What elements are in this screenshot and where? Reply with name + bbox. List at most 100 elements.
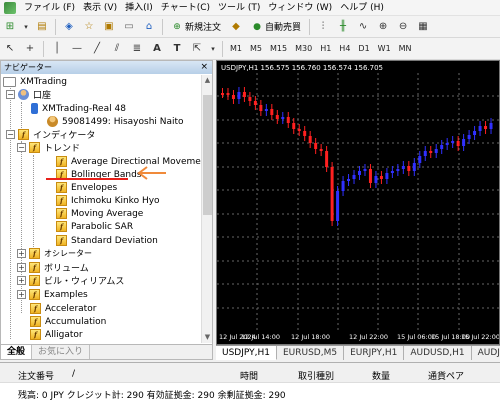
- expand-icon[interactable]: +: [17, 249, 26, 258]
- chart-window[interactable]: USDJPY,H1 156.575 156.760 156.574 156.70…: [216, 60, 500, 345]
- data-window-icon[interactable]: ☆: [81, 19, 97, 35]
- tree-item-indicator[interactable]: f Envelopes: [56, 181, 117, 194]
- scroll-down-icon[interactable]: ▼: [202, 332, 213, 343]
- tree-item-indicator[interactable]: f Alligator: [30, 328, 83, 341]
- chart-tab-audusd[interactable]: AUDUSD,H1: [404, 346, 472, 360]
- trendline-icon[interactable]: ╱: [89, 41, 105, 57]
- new-order-button[interactable]: ⊕ 新規注文: [168, 18, 224, 35]
- tree-line: [33, 155, 34, 247]
- col-symbol[interactable]: 通貨ペア: [428, 369, 464, 382]
- arrows-icon[interactable]: ⇱: [189, 41, 205, 57]
- tree-item-account[interactable]: 59081499: Hisayoshi Naito: [47, 115, 184, 128]
- chart-tab-audjpy[interactable]: AUDJ: [472, 346, 500, 360]
- col-time[interactable]: 時間: [240, 369, 258, 382]
- vertical-line-icon[interactable]: │: [49, 41, 65, 57]
- zoom-in-icon[interactable]: ⊕: [375, 19, 391, 35]
- timeframe-mn[interactable]: MN: [396, 43, 415, 54]
- tree-item-label: Envelopes: [71, 182, 118, 193]
- timeframe-h4[interactable]: H4: [336, 43, 353, 54]
- chart-tab-eurusd[interactable]: EURUSD,M5: [277, 346, 345, 360]
- menu-window[interactable]: ウィンドウ (W): [264, 0, 336, 16]
- tree-item-indicators[interactable]: − f インディケータ: [6, 128, 95, 141]
- menu-tools[interactable]: ツール (T): [214, 0, 264, 16]
- collapse-icon[interactable]: −: [6, 130, 15, 139]
- col-type[interactable]: 取引種別: [298, 369, 334, 382]
- chart-tab-usdjpy[interactable]: USDJPY,H1: [216, 346, 277, 360]
- dropdown-icon[interactable]: ▾: [22, 19, 30, 35]
- terminal-icon[interactable]: ▭: [121, 19, 137, 35]
- timeframe-w1[interactable]: W1: [375, 43, 394, 54]
- candle: [330, 167, 334, 221]
- dropdown-icon[interactable]: ▾: [209, 41, 217, 57]
- candle: [358, 171, 361, 175]
- server-icon: [31, 103, 38, 114]
- market-watch-icon[interactable]: ◈: [61, 19, 77, 35]
- fibonacci-icon[interactable]: ≣: [129, 41, 145, 57]
- price-chart[interactable]: USDJPY,H1 156.575 156.760 156.574 156.70…: [217, 61, 499, 344]
- separator: [162, 18, 163, 35]
- navigator-icon[interactable]: ▣: [101, 19, 117, 35]
- timeframe-h1[interactable]: H1: [317, 43, 334, 54]
- tree-item-volumes[interactable]: + f ボリューム: [17, 261, 89, 274]
- timeframe-d1[interactable]: D1: [355, 43, 372, 54]
- menu-chart[interactable]: チャート(C): [157, 0, 214, 16]
- channel-icon[interactable]: ⫽: [109, 41, 125, 57]
- menu-help[interactable]: ヘルプ (H): [336, 0, 388, 16]
- menu-file[interactable]: ファイル (F): [20, 0, 79, 16]
- tree-item-indicator[interactable]: f Standard Deviation: [56, 234, 158, 247]
- tree-item-trend[interactable]: − f トレンド: [17, 141, 80, 154]
- tree-item-indicator[interactable]: f Ichimoku Kinko Hyo: [56, 194, 160, 207]
- navigator-scrollbar[interactable]: ▲ ▼: [201, 75, 212, 343]
- tree-item-server[interactable]: XMTrading-Real 48: [31, 102, 126, 115]
- tree-item-bill-williams[interactable]: + f ビル・ウィリアムス: [17, 274, 124, 287]
- collapse-icon[interactable]: −: [6, 90, 15, 99]
- tree-item-oscillators[interactable]: + f オシレーター: [17, 247, 92, 260]
- chart-tab-eurjpy[interactable]: EURJPY,H1: [344, 346, 405, 360]
- menu-insert[interactable]: 挿入(I): [121, 0, 157, 16]
- bar-chart-icon[interactable]: ⫶: [315, 19, 331, 35]
- tab-favorites[interactable]: お気に入り: [32, 345, 91, 359]
- candle: [401, 166, 405, 169]
- timeframe-m5[interactable]: M5: [247, 43, 265, 54]
- horizontal-line-icon[interactable]: —: [69, 41, 85, 57]
- tree-item-indicator[interactable]: f Moving Average: [56, 207, 143, 220]
- tree-item-examples[interactable]: + f Examples: [17, 288, 88, 301]
- col-order-id[interactable]: 注文番号: [18, 369, 54, 382]
- timeframe-m30[interactable]: M30: [292, 43, 315, 54]
- tab-general[interactable]: 全般: [1, 345, 33, 359]
- text-icon[interactable]: A: [149, 41, 165, 57]
- new-chart-icon[interactable]: ⊞: [2, 19, 18, 35]
- cursor-icon[interactable]: ↖: [2, 41, 18, 57]
- tree-item-root[interactable]: XMTrading: [3, 75, 67, 88]
- scroll-up-icon[interactable]: ▲: [202, 75, 213, 86]
- profiles-icon[interactable]: ▤: [34, 19, 50, 35]
- metaeditor-icon[interactable]: ◆: [228, 19, 244, 35]
- line-chart-icon[interactable]: ∿: [355, 19, 371, 35]
- timeframe-m1[interactable]: M1: [227, 43, 245, 54]
- timeframe-m15[interactable]: M15: [267, 43, 290, 54]
- scroll-thumb[interactable]: [203, 95, 212, 215]
- col-volume[interactable]: 数量: [372, 369, 390, 382]
- tree-item-label: XMTrading: [20, 76, 67, 87]
- candle: [270, 109, 274, 115]
- auto-trade-button[interactable]: ● 自動売買: [248, 18, 304, 35]
- tree-item-indicator[interactable]: f Accelerator: [30, 302, 96, 315]
- tester-icon[interactable]: ⌂: [141, 19, 157, 35]
- indicator-icon: f: [56, 221, 67, 232]
- tree-item-accounts[interactable]: − 口座: [6, 88, 51, 101]
- zoom-out-icon[interactable]: ⊖: [395, 19, 411, 35]
- tree-item-indicator[interactable]: f Average Directional Movement Index: [56, 155, 201, 168]
- expand-icon[interactable]: +: [17, 290, 26, 299]
- expand-icon[interactable]: +: [17, 276, 26, 285]
- candlestick-icon[interactable]: ╫: [335, 19, 351, 35]
- crosshair-icon[interactable]: +: [22, 41, 38, 57]
- expand-icon[interactable]: +: [17, 263, 26, 272]
- collapse-icon[interactable]: −: [17, 143, 26, 152]
- menu-view[interactable]: 表示 (V): [79, 0, 121, 16]
- indicator-icon: f: [56, 235, 67, 246]
- close-icon[interactable]: ×: [200, 61, 212, 74]
- tree-item-indicator[interactable]: f Accumulation: [30, 315, 106, 328]
- tree-item-indicator[interactable]: f Parabolic SAR: [56, 220, 133, 233]
- tile-windows-icon[interactable]: ▦: [415, 19, 431, 35]
- label-icon[interactable]: T: [169, 41, 185, 57]
